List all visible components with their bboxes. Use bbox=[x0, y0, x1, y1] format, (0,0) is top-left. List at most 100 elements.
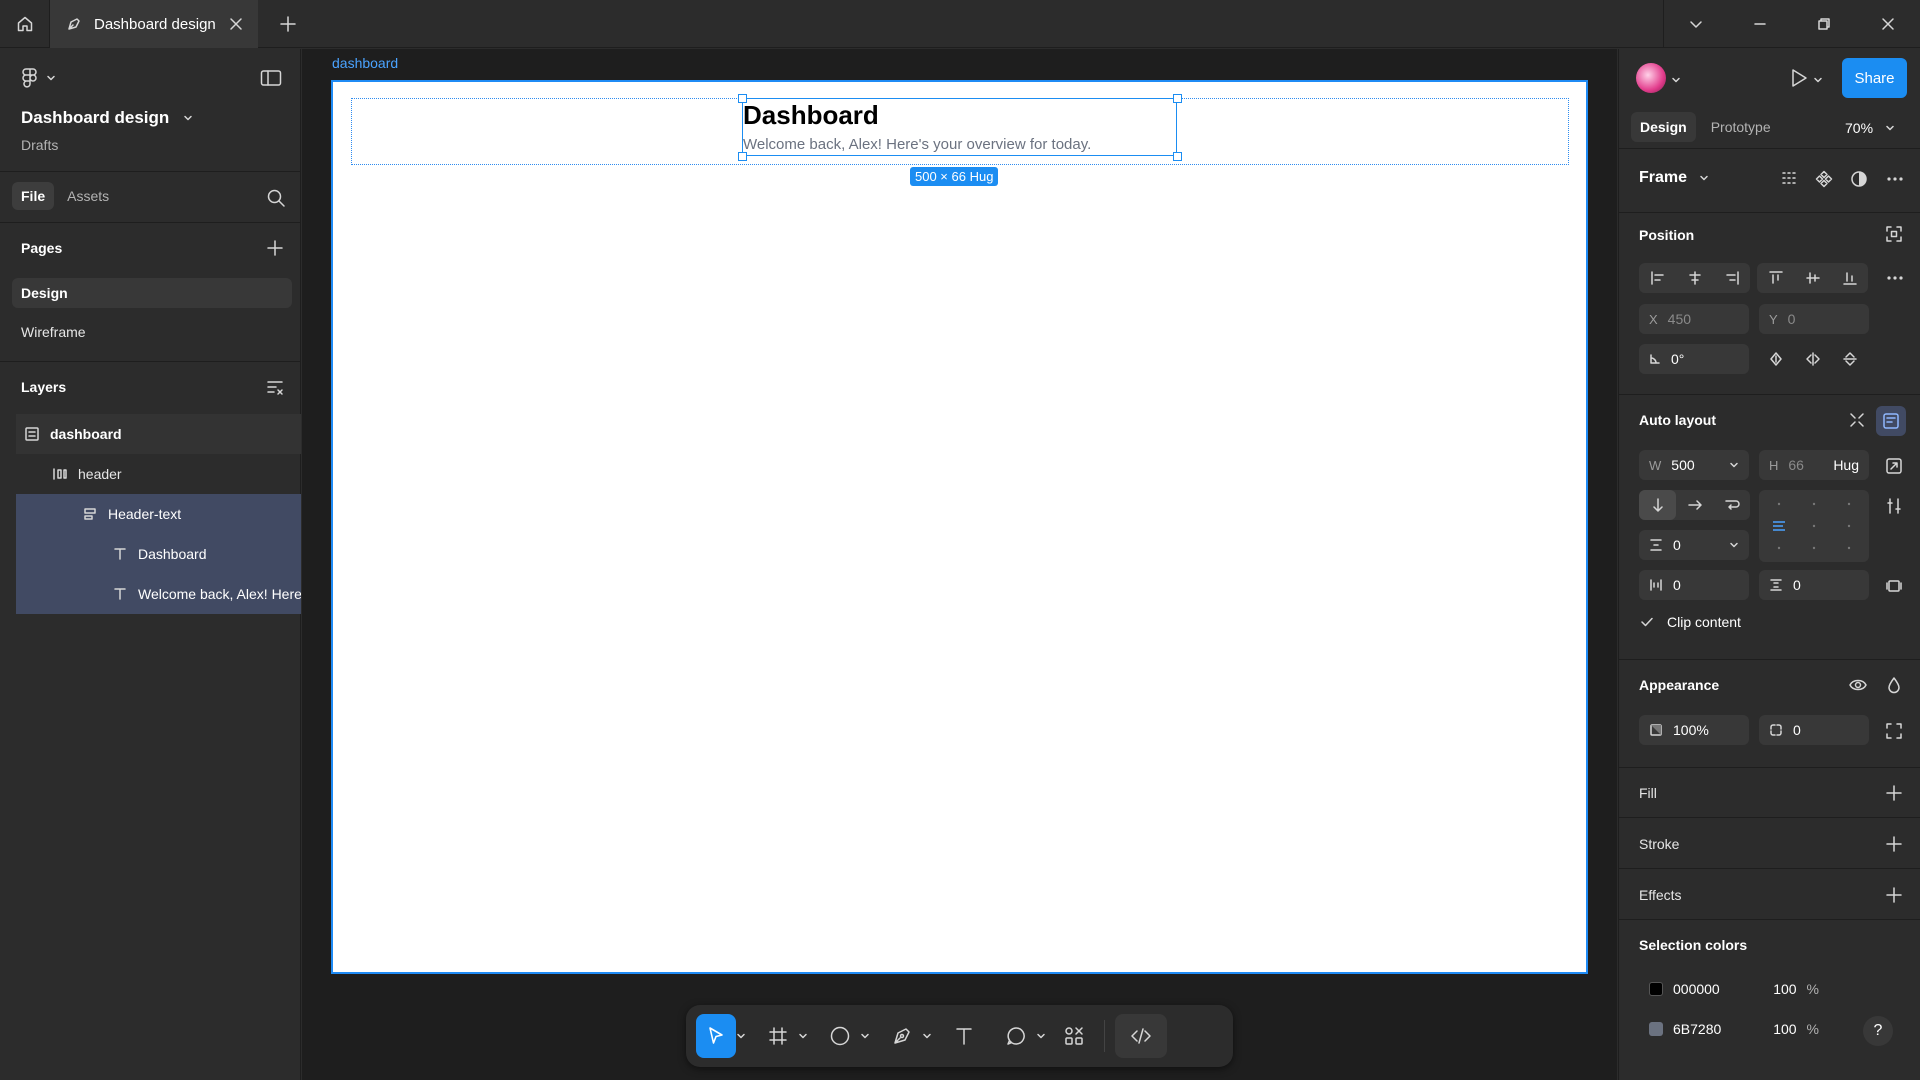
resize-to-fit-icon[interactable] bbox=[1885, 457, 1903, 475]
collapse-icon[interactable] bbox=[1848, 411, 1866, 429]
page-item-wireframe[interactable]: Wireframe bbox=[12, 317, 292, 347]
align-center-h-button[interactable] bbox=[1676, 263, 1713, 293]
align-left-button[interactable] bbox=[1639, 263, 1676, 293]
independent-corners-icon[interactable] bbox=[1885, 722, 1903, 740]
resize-handle-bottom-right[interactable] bbox=[1173, 152, 1182, 161]
comment-tool-dropdown[interactable] bbox=[1036, 1014, 1046, 1058]
direction-vertical-button[interactable] bbox=[1639, 490, 1676, 520]
add-fill-icon[interactable] bbox=[1885, 784, 1903, 802]
selection-color-row[interactable]: 6B7280 100 % bbox=[1639, 1014, 1819, 1044]
tabs-dropdown-button[interactable] bbox=[1664, 0, 1728, 48]
resize-handle-bottom-left[interactable] bbox=[738, 152, 747, 161]
tab-design[interactable]: Design bbox=[1631, 112, 1696, 142]
align-middle-button[interactable] bbox=[1794, 263, 1831, 293]
frame-type-menu[interactable]: Frame bbox=[1639, 169, 1709, 187]
corner-radius-field[interactable]: 0 bbox=[1759, 715, 1869, 745]
direction-wrap-button[interactable] bbox=[1713, 490, 1750, 520]
layers-filter-icon[interactable] bbox=[266, 378, 284, 396]
auto-layout-toggle-button[interactable] bbox=[1876, 406, 1906, 436]
file-location[interactable]: Drafts bbox=[21, 137, 58, 153]
zoom-menu[interactable]: 70% bbox=[1845, 120, 1895, 136]
search-icon[interactable] bbox=[266, 188, 286, 208]
layer-item-header-text[interactable]: Header-text bbox=[16, 494, 301, 534]
color-swatch[interactable] bbox=[1649, 1022, 1663, 1036]
layer-item-dashboard-text[interactable]: Dashboard bbox=[16, 534, 301, 574]
layer-item-header[interactable]: header bbox=[16, 454, 301, 494]
main-menu-button[interactable] bbox=[20, 67, 56, 89]
alignment-grid[interactable] bbox=[1759, 490, 1869, 562]
comment-tool-button[interactable] bbox=[996, 1014, 1036, 1058]
dashboard-frame[interactable] bbox=[331, 80, 1588, 974]
width-field[interactable]: W 500 bbox=[1639, 450, 1749, 480]
minimize-button[interactable] bbox=[1728, 0, 1792, 48]
layer-item-dashboard[interactable]: dashboard bbox=[16, 414, 301, 454]
sidebar-toggle-icon[interactable] bbox=[260, 69, 282, 87]
add-page-icon[interactable] bbox=[266, 239, 284, 257]
pen-tool-button[interactable] bbox=[882, 1014, 922, 1058]
page-item-design[interactable]: Design bbox=[12, 278, 292, 308]
flip-vertical-button[interactable] bbox=[1831, 344, 1868, 374]
pen-tool-dropdown[interactable] bbox=[922, 1014, 932, 1058]
align-right-button[interactable] bbox=[1713, 263, 1750, 293]
frame-label[interactable]: dashboard bbox=[332, 55, 398, 71]
text-tool-button[interactable] bbox=[944, 1014, 984, 1058]
tab-prototype[interactable]: Prototype bbox=[1702, 112, 1780, 142]
flip-horizontal-button[interactable] bbox=[1794, 344, 1831, 374]
shape-tool-button[interactable] bbox=[820, 1014, 860, 1058]
align-top-button[interactable] bbox=[1757, 263, 1794, 293]
mask-icon[interactable] bbox=[1850, 170, 1868, 188]
more-icon[interactable] bbox=[1885, 170, 1905, 188]
radius-value: 0 bbox=[1793, 722, 1801, 738]
direction-horizontal-button[interactable] bbox=[1676, 490, 1713, 520]
selection-color-row[interactable]: 000000 100 % bbox=[1639, 974, 1819, 1004]
move-tool-button[interactable] bbox=[696, 1014, 736, 1058]
add-effect-icon[interactable] bbox=[1885, 886, 1903, 904]
add-stroke-icon[interactable] bbox=[1885, 835, 1903, 853]
resize-handle-top-right[interactable] bbox=[1173, 94, 1182, 103]
close-window-button[interactable] bbox=[1856, 0, 1920, 48]
color-swatch[interactable] bbox=[1649, 982, 1663, 996]
help-button[interactable]: ? bbox=[1863, 1016, 1893, 1046]
horizontal-padding-field[interactable]: 0 bbox=[1639, 570, 1749, 600]
present-play-icon[interactable] bbox=[1789, 67, 1809, 89]
frame-tool-button[interactable] bbox=[758, 1014, 798, 1058]
rotate-button[interactable] bbox=[1757, 344, 1794, 374]
rotation-field[interactable]: 0° bbox=[1639, 344, 1749, 374]
selection-box[interactable] bbox=[742, 98, 1177, 156]
chevron-down-icon[interactable] bbox=[1813, 75, 1823, 85]
file-name-menu[interactable]: Dashboard design bbox=[21, 108, 193, 128]
resize-handle-top-left[interactable] bbox=[738, 94, 747, 103]
individual-padding-icon[interactable] bbox=[1885, 577, 1903, 595]
clip-content-checkbox[interactable]: Clip content bbox=[1639, 614, 1741, 630]
tab-file[interactable]: File bbox=[12, 182, 55, 210]
shape-tool-dropdown[interactable] bbox=[860, 1014, 870, 1058]
layout-settings-icon[interactable] bbox=[1885, 497, 1903, 515]
more-icon[interactable] bbox=[1885, 271, 1905, 285]
home-button[interactable] bbox=[0, 0, 50, 48]
height-field[interactable]: H 66 Hug bbox=[1759, 450, 1869, 480]
dev-mode-button[interactable] bbox=[1115, 1014, 1167, 1058]
opacity-field[interactable]: 100% bbox=[1639, 715, 1749, 745]
align-bottom-button[interactable] bbox=[1831, 263, 1868, 293]
layer-item-welcome-text[interactable]: Welcome back, Alex! Here's your overview… bbox=[16, 574, 301, 614]
chevron-down-icon[interactable] bbox=[1671, 75, 1681, 85]
frame-tool-dropdown[interactable] bbox=[798, 1014, 808, 1058]
x-position-field[interactable]: X 450 bbox=[1639, 304, 1749, 334]
move-tool-dropdown[interactable] bbox=[736, 1014, 746, 1058]
vertical-padding-field[interactable]: 0 bbox=[1759, 570, 1869, 600]
avatar[interactable] bbox=[1636, 63, 1666, 93]
eye-icon[interactable] bbox=[1848, 676, 1868, 694]
close-tab-icon[interactable] bbox=[226, 14, 246, 34]
new-tab-icon[interactable] bbox=[278, 14, 298, 34]
tab-assets[interactable]: Assets bbox=[58, 182, 118, 210]
position-constraints-icon[interactable] bbox=[1885, 225, 1903, 243]
share-button[interactable]: Share bbox=[1842, 58, 1907, 98]
restore-button[interactable] bbox=[1792, 0, 1856, 48]
tab-dashboard-design[interactable]: Dashboard design bbox=[50, 0, 258, 48]
gap-field[interactable]: 0 bbox=[1639, 530, 1749, 560]
actions-tool-button[interactable] bbox=[1054, 1014, 1094, 1058]
grid-icon[interactable] bbox=[1780, 170, 1798, 188]
component-icon[interactable] bbox=[1815, 170, 1833, 188]
y-position-field[interactable]: Y 0 bbox=[1759, 304, 1869, 334]
blend-mode-icon[interactable] bbox=[1885, 676, 1903, 694]
